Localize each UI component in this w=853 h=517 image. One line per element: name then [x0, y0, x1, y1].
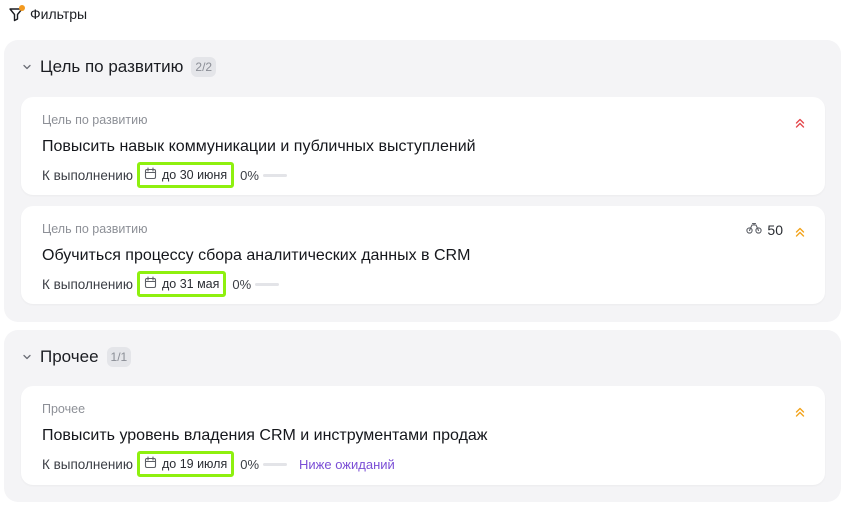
- section-title: Цель по развитию: [40, 57, 184, 76]
- filter-icon: [8, 5, 25, 22]
- progress-bar: [262, 173, 287, 177]
- progress-bar: [255, 282, 280, 286]
- progress-percent: 0%: [232, 276, 252, 292]
- goal-title[interactable]: Повысить уровень владения CRM и инструме…: [42, 427, 488, 445]
- due-date-chip[interactable]: до 31 мая: [136, 271, 227, 297]
- goal-card[interactable]: Прочее Повысить уровень владения CRM и и…: [21, 386, 825, 485]
- due-date-text: до 30 июня: [161, 168, 228, 182]
- goal-status: К выполнению: [42, 456, 133, 472]
- calendar-icon: [144, 456, 157, 472]
- goal-meta: К выполнению до 19 июля 0% Ниже ожиданий: [42, 451, 395, 477]
- due-date-chip[interactable]: до 19 июля: [136, 451, 235, 477]
- score-value: 50: [767, 221, 783, 238]
- goal-title[interactable]: Обучиться процессу сбора аналитических д…: [42, 247, 470, 265]
- section-header[interactable]: Цель по развитию 2/2: [22, 57, 217, 77]
- chevron-down-icon: [22, 352, 32, 362]
- filters-label: Фильтры: [30, 6, 88, 22]
- progress-percent: 0%: [240, 167, 259, 183]
- double-chevron-up-icon: [795, 225, 805, 237]
- chevron-down-icon: [22, 62, 32, 72]
- count-badge: 2/2: [191, 57, 217, 77]
- due-date-chip[interactable]: до 30 июня: [136, 162, 235, 188]
- goal-meta: К выполнению до 31 мая 0%: [42, 271, 280, 297]
- section-header[interactable]: Прочее 1/1: [22, 347, 132, 367]
- goal-category: Цель по развитию: [42, 113, 148, 127]
- double-chevron-up-icon: [795, 405, 805, 417]
- due-date-text: до 19 июля: [161, 457, 228, 471]
- calendar-icon: [144, 167, 157, 183]
- goal-status: К выполнению: [42, 276, 133, 292]
- goal-category: Прочее: [42, 402, 86, 416]
- section-title: Прочее: [40, 347, 99, 366]
- progress-bar: [263, 462, 288, 466]
- due-date-text: до 31 мая: [161, 277, 220, 291]
- goal-card[interactable]: Цель по развитию 50 Обучиться процессу с…: [21, 206, 825, 304]
- goal-meta: К выполнению до 30 июня 0%: [42, 162, 287, 188]
- goal-category: Цель по развитию: [42, 222, 148, 236]
- count-badge: 1/1: [106, 347, 132, 367]
- goal-title[interactable]: Повысить навык коммуникации и публичных …: [42, 138, 476, 156]
- calendar-icon: [144, 276, 157, 292]
- goal-score: 50: [746, 221, 783, 238]
- scales-icon: [746, 221, 763, 238]
- double-chevron-up-icon: [795, 116, 805, 128]
- goal-card[interactable]: Цель по развитию Повысить навык коммуник…: [21, 97, 825, 195]
- filter-active-dot: [19, 5, 25, 11]
- filters-button[interactable]: Фильтры: [8, 4, 87, 24]
- goal-status: К выполнению: [42, 167, 133, 183]
- section-development-goals: Цель по развитию 2/2 Цель по развитию По…: [4, 40, 841, 322]
- expectation-link[interactable]: Ниже ожиданий: [299, 457, 395, 472]
- progress-percent: 0%: [240, 456, 260, 472]
- section-other: Прочее 1/1 Прочее Повысить уровень владе…: [4, 330, 841, 502]
